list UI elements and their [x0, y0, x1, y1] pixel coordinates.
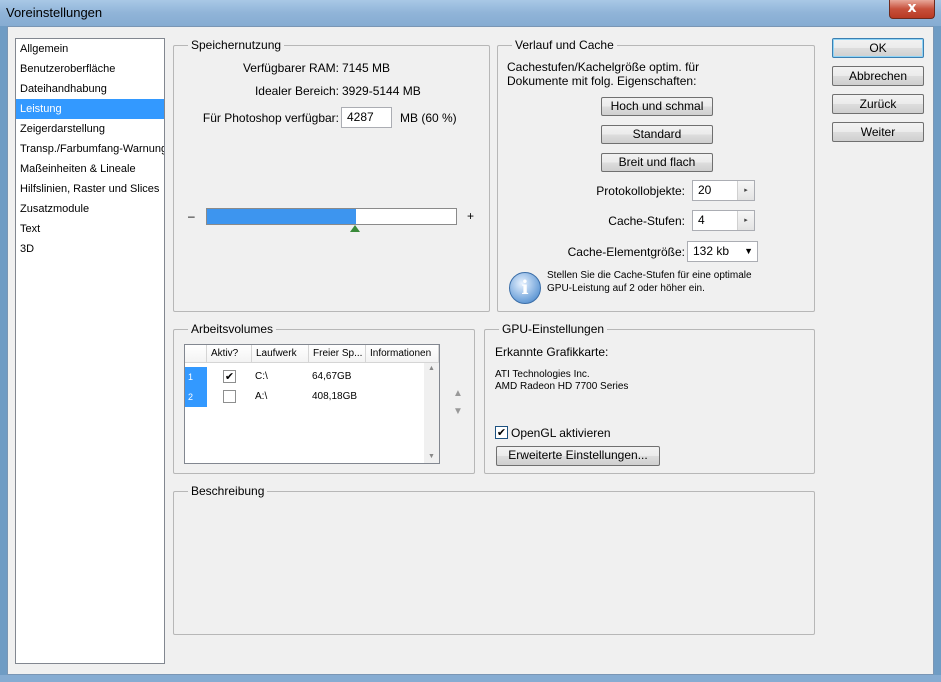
free-space-cell: 408,18GB: [312, 391, 358, 402]
photoshop-memory-input[interactable]: 4287: [341, 107, 392, 128]
free-space-cell: 64,67GB: [312, 371, 352, 382]
memory-slider-thumb[interactable]: [350, 225, 361, 232]
ok-button[interactable]: OK: [832, 38, 924, 58]
table-row[interactable]: 1 ✔ C:\ 64,67GB: [185, 367, 425, 387]
category-list[interactable]: Allgemein Benutzeroberfläche Dateihandha…: [15, 38, 165, 664]
nav-item-zusatzmodule[interactable]: Zusatzmodule: [16, 199, 164, 219]
gpu-legend: GPU-Einstellungen: [499, 322, 608, 336]
checkmark-icon: ✔: [224, 370, 235, 383]
checkmark-icon: ✔: [496, 426, 507, 439]
cache-levels-spin-icon[interactable]: ▸: [737, 211, 754, 230]
nav-item-transparenz[interactable]: Transp./Farbumfang-Warnung: [16, 139, 164, 159]
gpu-group: GPU-Einstellungen Erkannte Grafikkarte: …: [484, 322, 815, 474]
memory-legend: Speichernutzung: [188, 38, 285, 52]
scroll-down-icon[interactable]: ▼: [424, 451, 439, 463]
description-legend: Beschreibung: [188, 484, 268, 498]
ideal-range-label: Idealer Bereich:: [254, 84, 339, 98]
available-ram-value: 7145 MB: [342, 61, 391, 75]
cache-legend: Verlauf und Cache: [512, 38, 617, 52]
history-states-spin-icon[interactable]: ▸: [737, 181, 754, 200]
move-up-icon[interactable]: ▲: [453, 388, 463, 399]
gpu-vendor: ATI Technologies Inc.: [495, 369, 590, 380]
opengl-label: OpenGL aktivieren: [511, 426, 611, 440]
slider-minus: –: [188, 209, 195, 223]
tall-thin-button[interactable]: Hoch und schmal: [601, 97, 713, 116]
cache-levels-input[interactable]: 4 ▸: [692, 210, 755, 231]
photoshop-memory-unit: MB (60 %): [400, 111, 457, 125]
active-checkbox[interactable]: ✔: [223, 370, 236, 383]
ideal-range-value: 3929-5144 MB: [342, 84, 421, 98]
table-header-free-space[interactable]: Freier Sp...: [309, 345, 366, 363]
nav-item-zeigerdarstellung[interactable]: Zeigerdarstellung: [16, 119, 164, 139]
cache-info-text: Stellen Sie die Cache-Stufen für eine op…: [547, 270, 752, 294]
history-states-label: Protokollobjekte:: [596, 184, 685, 198]
history-states-input[interactable]: 20 ▸: [692, 180, 755, 201]
table-scrollbar[interactable]: ▲ ▼: [424, 363, 439, 463]
dialog-client: Allgemein Benutzeroberfläche Dateihandha…: [7, 26, 934, 675]
cache-levels-label: Cache-Stufen:: [608, 214, 685, 228]
gpu-model: AMD Radeon HD 7700 Series: [495, 381, 629, 392]
close-button[interactable]: x: [889, 0, 935, 19]
advanced-settings-button[interactable]: Erweiterte Einstellungen...: [496, 446, 660, 466]
table-header: Aktiv? Laufwerk Freier Sp... Information…: [185, 345, 439, 363]
history-states-value: 20: [698, 183, 712, 197]
cache-levels-value: 4: [698, 213, 705, 227]
window-title: Voreinstellungen: [6, 5, 103, 20]
slider-plus: +: [467, 209, 475, 223]
cache-tile-size-label: Cache-Elementgröße:: [567, 245, 685, 259]
cache-tile-size-select[interactable]: 132 kb ▼: [687, 241, 758, 262]
table-header-active[interactable]: Aktiv?: [207, 345, 252, 363]
nav-item-leistung[interactable]: Leistung: [16, 99, 164, 119]
table-header-number: [185, 345, 207, 363]
cancel-button[interactable]: Abbrechen: [832, 66, 924, 86]
row-number: 1: [185, 367, 207, 387]
memory-slider-fill: [207, 209, 357, 224]
nav-item-benutzeroberflaeche[interactable]: Benutzeroberfläche: [16, 59, 164, 79]
info-icon: i: [509, 272, 541, 304]
drive-cell: A:\: [255, 391, 268, 402]
drive-cell: C:\: [255, 371, 268, 382]
chevron-down-icon[interactable]: ▼: [744, 242, 753, 261]
active-checkbox[interactable]: [223, 390, 236, 403]
title-bar: Voreinstellungen x: [0, 0, 941, 26]
next-button[interactable]: Weiter: [832, 122, 924, 142]
scratch-disks-group: Arbeitsvolumes Aktiv? Laufwerk Freier Sp…: [173, 322, 475, 474]
detected-card-label: Erkannte Grafikkarte:: [495, 345, 609, 359]
window-frame-bottom: [0, 675, 941, 682]
cache-group: Verlauf und Cache Cachestufen/Kachelgröß…: [497, 38, 815, 312]
nav-item-allgemein[interactable]: Allgemein: [16, 39, 164, 59]
scroll-up-icon[interactable]: ▲: [424, 363, 439, 375]
table-header-drive[interactable]: Laufwerk: [252, 345, 309, 363]
big-flat-button[interactable]: Breit und flach: [601, 153, 713, 172]
memory-slider[interactable]: [206, 208, 457, 225]
memory-group: Speichernutzung Verfügbarer RAM: 7145 MB…: [173, 38, 490, 312]
back-button[interactable]: Zurück: [832, 94, 924, 114]
table-header-info[interactable]: Informationen: [366, 345, 439, 363]
scratch-disks-legend: Arbeitsvolumes: [188, 322, 277, 336]
description-group: Beschreibung: [173, 484, 815, 635]
standard-button[interactable]: Standard: [601, 125, 713, 144]
table-row[interactable]: 2 A:\ 408,18GB: [185, 387, 425, 407]
available-ram-label: Verfügbarer RAM:: [242, 61, 339, 75]
nav-item-hilfslinien[interactable]: Hilfslinien, Raster und Slices: [16, 179, 164, 199]
nav-item-dateihandhabung[interactable]: Dateihandhabung: [16, 79, 164, 99]
cache-tile-size-value: 132 kb: [693, 244, 730, 258]
opengl-checkbox[interactable]: ✔: [495, 426, 508, 439]
photoshop-available-label: Für Photoshop verfügbar:: [202, 111, 339, 125]
row-number: 2: [185, 387, 207, 407]
move-down-icon[interactable]: ▼: [453, 406, 463, 417]
scratch-disks-table[interactable]: Aktiv? Laufwerk Freier Sp... Information…: [184, 344, 440, 464]
nav-item-3d[interactable]: 3D: [16, 239, 164, 259]
nav-item-masseinheiten[interactable]: Maßeinheiten & Lineale: [16, 159, 164, 179]
nav-item-text[interactable]: Text: [16, 219, 164, 239]
cache-description: Cachestufen/Kachelgröße optim. für Dokum…: [507, 60, 700, 88]
